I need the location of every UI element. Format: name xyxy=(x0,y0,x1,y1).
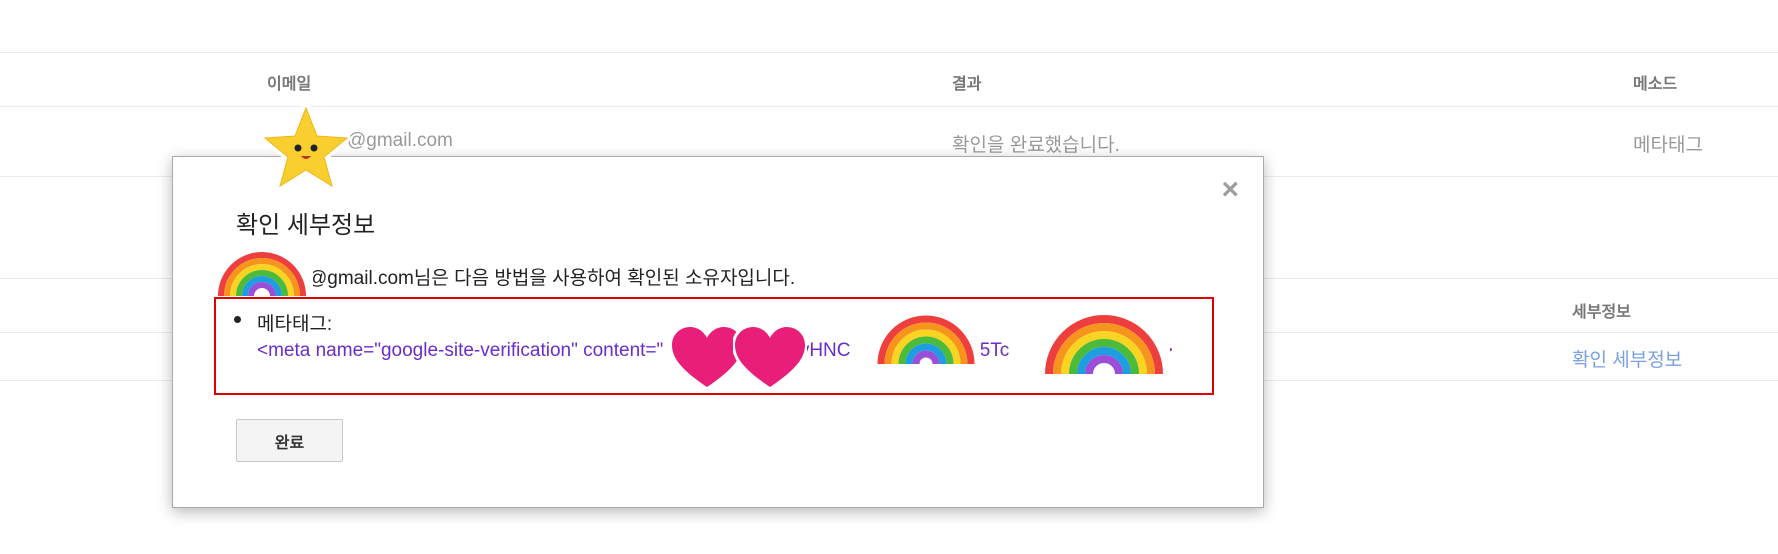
dialog-title: 확인 세부정보 xyxy=(236,212,376,239)
table-cell-method: 메타태그 xyxy=(1633,135,1703,156)
details-link[interactable]: 확인 세부정보 xyxy=(1572,345,1682,372)
heart-sticker-icon xyxy=(733,325,807,390)
star-sticker-icon xyxy=(261,104,351,190)
table-cell-email: @gmail.com xyxy=(347,130,453,151)
table-cell-result: 확인을 완료했습니다. xyxy=(952,135,1120,156)
owner-description: @gmail.com님은 다음 방법을 사용하여 확인된 소유자입니다. xyxy=(308,263,795,290)
owner-email: @gmail.com xyxy=(308,268,414,289)
table-header-result: 결과 xyxy=(952,76,982,93)
table-header-details: 세부정보 xyxy=(1572,304,1631,321)
close-icon[interactable]: × xyxy=(1221,175,1239,205)
rainbow-sticker-icon xyxy=(211,238,313,297)
table-header-method: 메소드 xyxy=(1633,76,1678,93)
rainbow-sticker-icon xyxy=(871,304,981,365)
rainbow-sticker-icon xyxy=(1038,300,1170,375)
done-button[interactable]: 완료 xyxy=(236,419,343,462)
table-header-email: 이메일 xyxy=(267,76,312,93)
owner-description-text: 님은 다음 방법을 사용하여 확인된 소유자입니다. xyxy=(413,268,796,289)
method-label: 메타태그: xyxy=(257,314,333,335)
table-top-border xyxy=(0,52,1778,53)
bullet-icon xyxy=(234,316,241,323)
meta-tag-prefix: <meta name="google-site-verification" co… xyxy=(257,340,664,361)
